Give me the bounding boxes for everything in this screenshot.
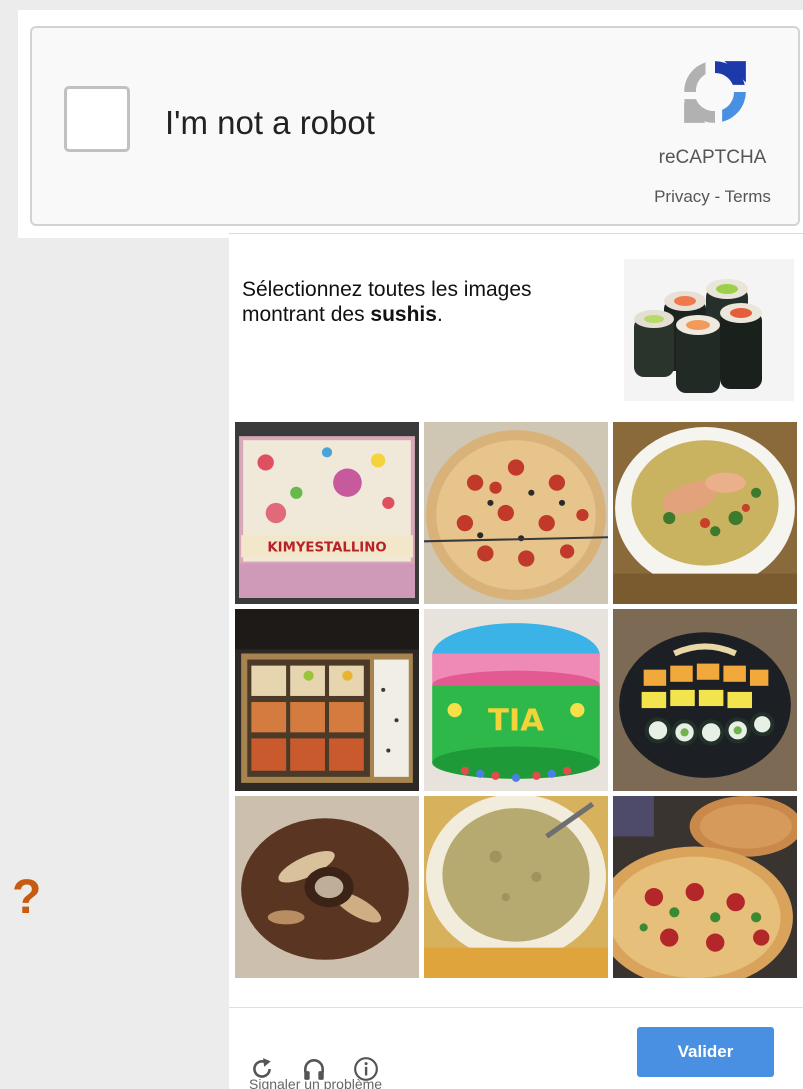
- tile-sushi-box[interactable]: [235, 609, 419, 791]
- tile-cake-kimyestallino[interactable]: KIMYESTALLINO: [235, 422, 419, 604]
- prompt-target: sushis: [370, 303, 437, 326]
- tile-cake-tia[interactable]: TIA: [424, 609, 608, 791]
- privacy-link[interactable]: Privacy: [654, 187, 710, 206]
- terms-link[interactable]: Terms: [725, 187, 771, 206]
- footer-divider: [229, 1007, 803, 1008]
- tile-sushi-platter[interactable]: [613, 609, 797, 791]
- recaptcha-widget-area: I'm not a robot reCAPTCHA Privacy - Term…: [18, 10, 803, 238]
- svg-text:KIMYESTALLINO: KIMYESTALLINO: [267, 540, 386, 555]
- tile-soup-bowl[interactable]: [613, 422, 797, 604]
- report-problem-link[interactable]: Signaler un problème: [249, 1076, 382, 1089]
- challenge-prompt: Sélectionnez toutes les images montrant …: [242, 277, 592, 327]
- validate-button[interactable]: Valider: [637, 1027, 774, 1077]
- tile-creamy-soup[interactable]: [424, 796, 608, 978]
- tile-donut[interactable]: [235, 796, 419, 978]
- prompt-end: .: [436, 303, 443, 326]
- question-mark: ?: [12, 871, 42, 924]
- not-a-robot-checkbox[interactable]: [64, 86, 130, 152]
- image-grid: KIMYESTALLINO TIA: [235, 422, 797, 978]
- tile-pizza[interactable]: [424, 422, 608, 604]
- recaptcha-brand: reCAPTCHA: [658, 147, 767, 168]
- recaptcha-logo-icon: [684, 61, 746, 123]
- tile-pizzas[interactable]: [613, 796, 797, 978]
- checkbox-label: I'm not a robot: [165, 104, 375, 141]
- recaptcha-links: Privacy - Terms: [630, 187, 795, 207]
- sushi-sample-image: [624, 259, 794, 401]
- recaptcha-checkbox-widget: I'm not a robot reCAPTCHA Privacy - Term…: [30, 26, 800, 226]
- image-challenge-popup: Sélectionnez toutes les images montrant …: [229, 233, 803, 1089]
- svg-text:TIA: TIA: [488, 703, 544, 738]
- link-separator: -: [709, 187, 725, 206]
